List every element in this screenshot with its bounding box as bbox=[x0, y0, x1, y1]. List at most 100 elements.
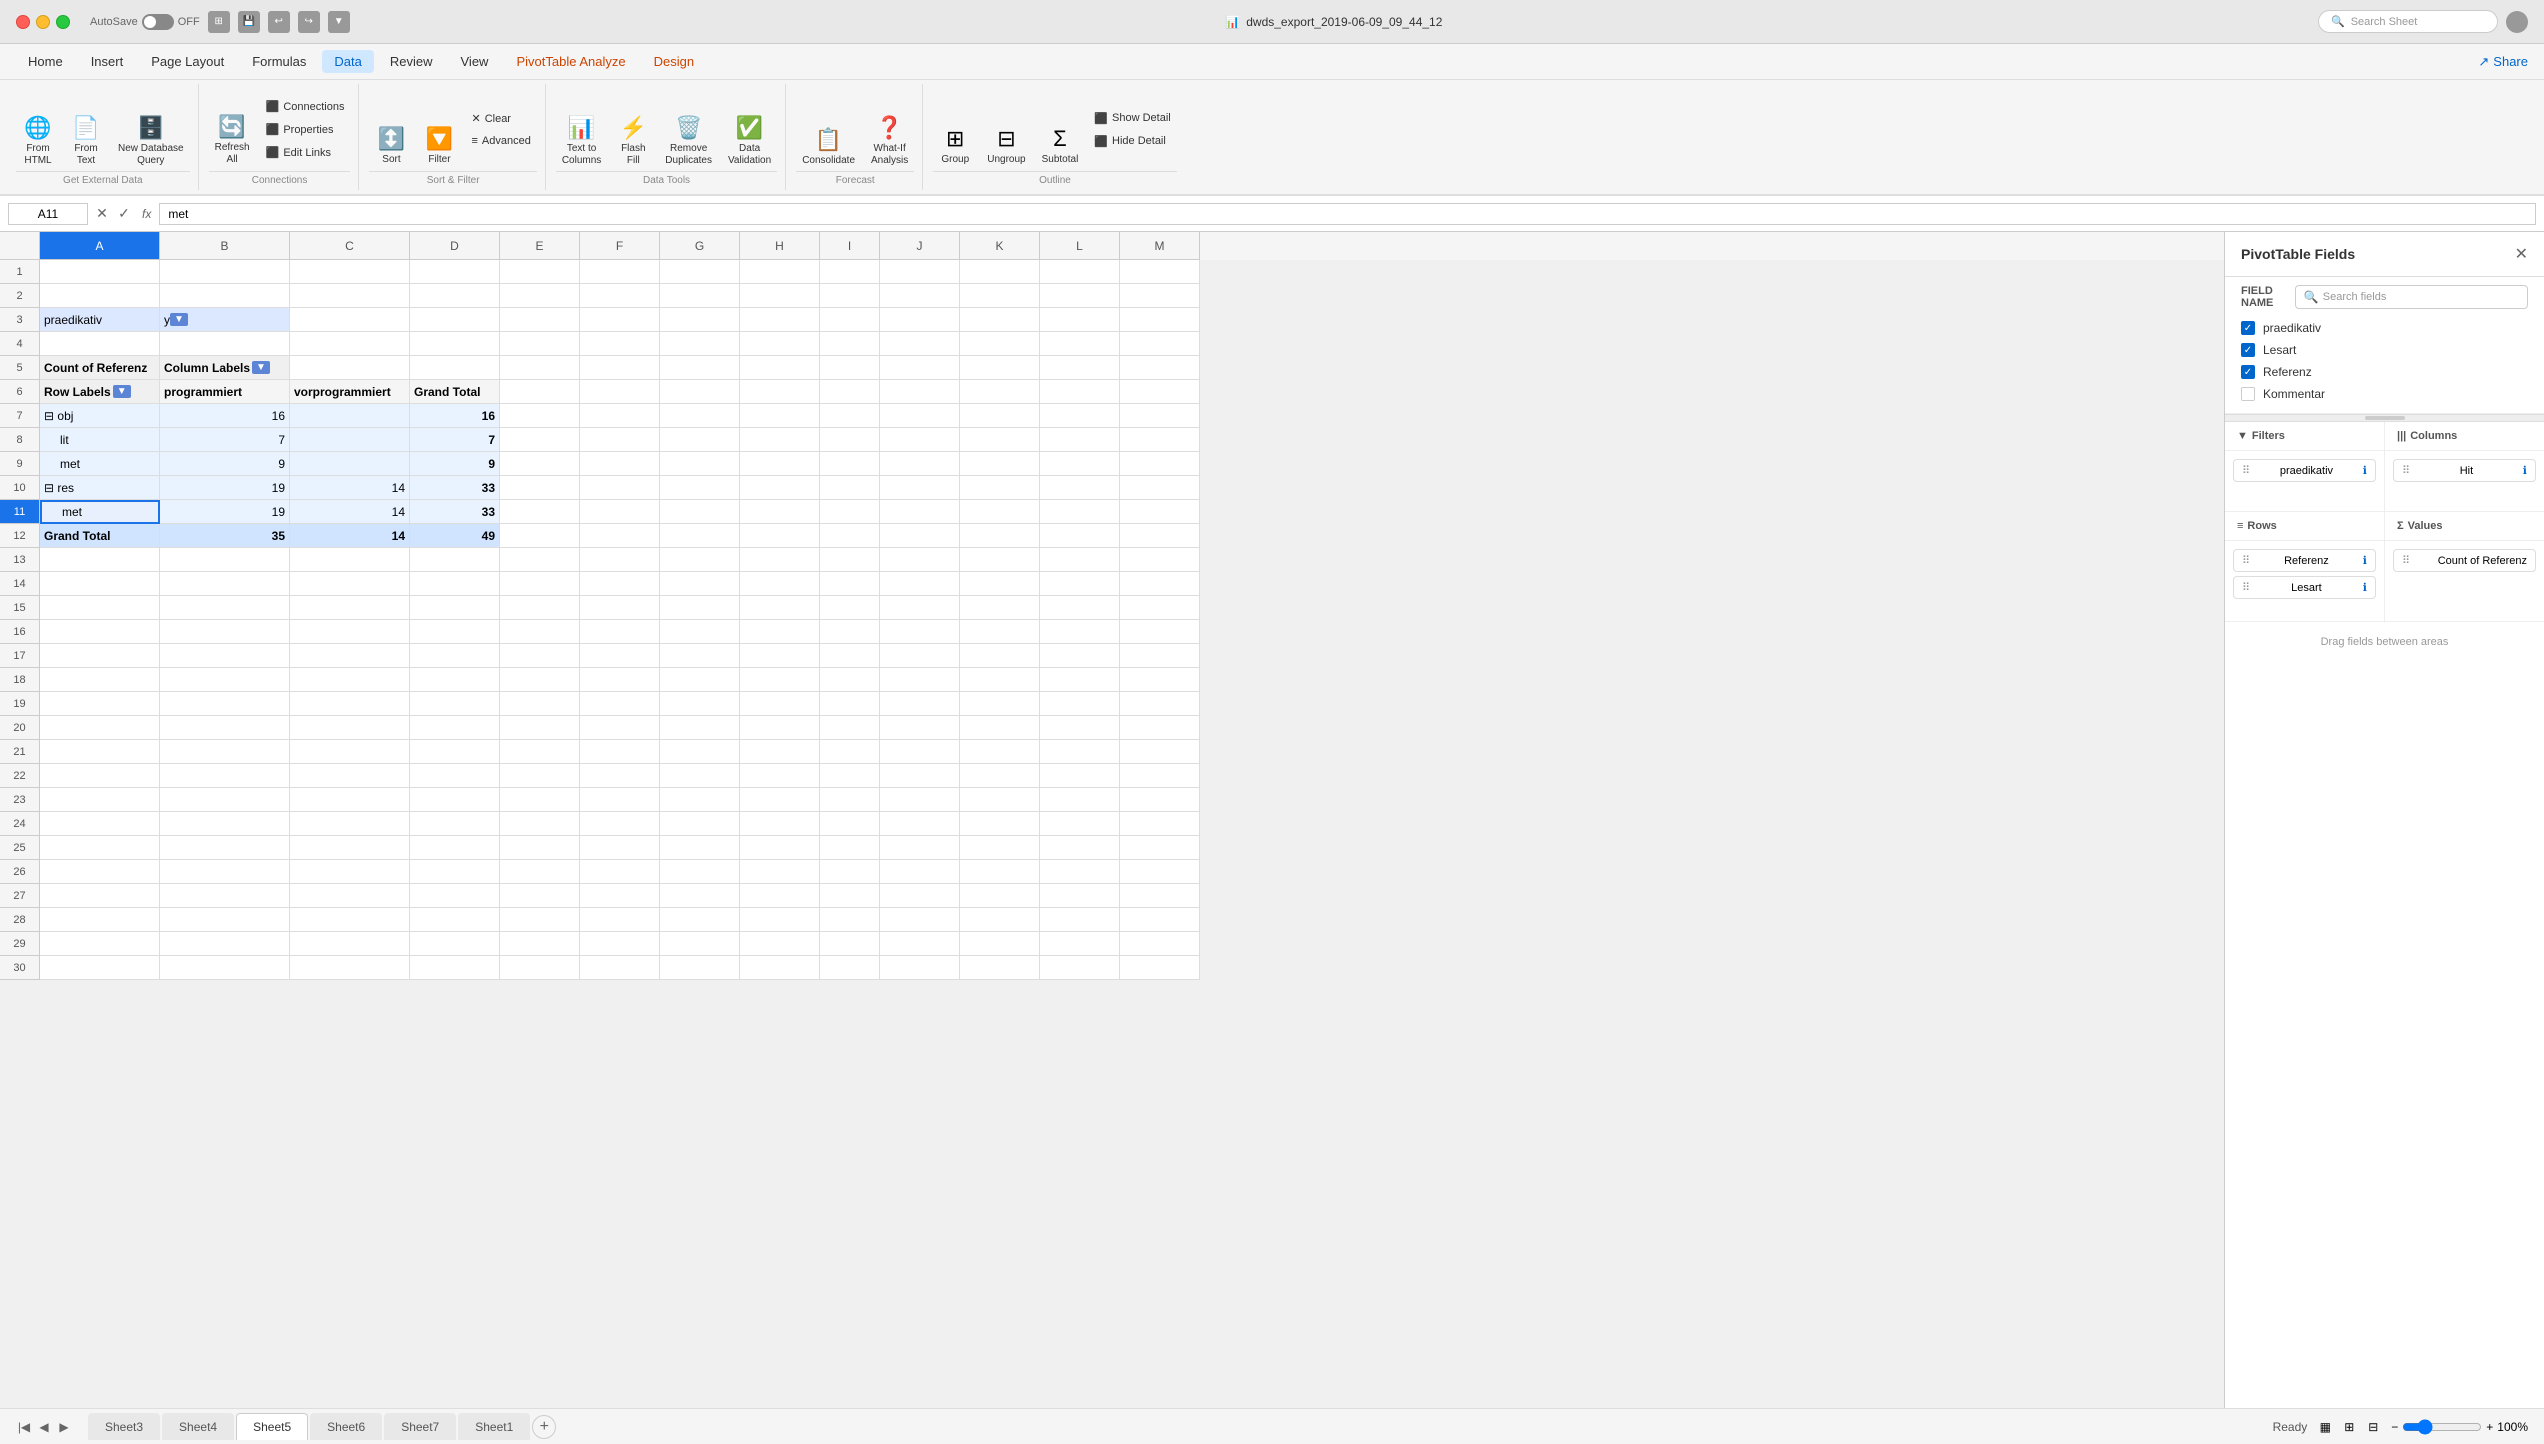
cell-i7[interactable] bbox=[820, 404, 880, 428]
cell-g9[interactable] bbox=[660, 452, 740, 476]
cell-c5[interactable] bbox=[290, 356, 410, 380]
cell-k22[interactable] bbox=[960, 764, 1040, 788]
cell-h19[interactable] bbox=[740, 692, 820, 716]
cell-i17[interactable] bbox=[820, 644, 880, 668]
cell-c21[interactable] bbox=[290, 740, 410, 764]
cell-j7[interactable] bbox=[880, 404, 960, 428]
cell-d2[interactable] bbox=[410, 284, 500, 308]
cell-l20[interactable] bbox=[1040, 716, 1120, 740]
cell-e2[interactable] bbox=[500, 284, 580, 308]
cell-m16[interactable] bbox=[1120, 620, 1200, 644]
cell-c6[interactable]: vorprogrammiert bbox=[290, 380, 410, 404]
cell-d3[interactable] bbox=[410, 308, 500, 332]
cell-i9[interactable] bbox=[820, 452, 880, 476]
cell-h1[interactable] bbox=[740, 260, 820, 284]
cell-l14[interactable] bbox=[1040, 572, 1120, 596]
cell-l8[interactable] bbox=[1040, 428, 1120, 452]
cell-b12[interactable]: 35 bbox=[160, 524, 290, 548]
cell-j22[interactable] bbox=[880, 764, 960, 788]
cell-m3[interactable] bbox=[1120, 308, 1200, 332]
cell-d7[interactable]: 16 bbox=[410, 404, 500, 428]
cell-f10[interactable] bbox=[580, 476, 660, 500]
cell-i16[interactable] bbox=[820, 620, 880, 644]
cell-d16[interactable] bbox=[410, 620, 500, 644]
cell-k14[interactable] bbox=[960, 572, 1040, 596]
column-tag-hit[interactable]: ⠿ Hit ℹ bbox=[2393, 459, 2536, 482]
text-to-columns-button[interactable]: 📊 Text toColumns bbox=[556, 91, 607, 171]
cell-j5[interactable] bbox=[880, 356, 960, 380]
cell-f8[interactable] bbox=[580, 428, 660, 452]
advanced-button[interactable]: ≡ Advanced bbox=[465, 132, 536, 150]
cell-b23[interactable] bbox=[160, 788, 290, 812]
cell-f30[interactable] bbox=[580, 956, 660, 980]
cell-h21[interactable] bbox=[740, 740, 820, 764]
cell-i2[interactable] bbox=[820, 284, 880, 308]
cell-i23[interactable] bbox=[820, 788, 880, 812]
cell-b29[interactable] bbox=[160, 932, 290, 956]
cell-c26[interactable] bbox=[290, 860, 410, 884]
cell-j24[interactable] bbox=[880, 812, 960, 836]
cell-k6[interactable] bbox=[960, 380, 1040, 404]
cell-c2[interactable] bbox=[290, 284, 410, 308]
cell-f20[interactable] bbox=[580, 716, 660, 740]
cell-c3[interactable] bbox=[290, 308, 410, 332]
cell-h30[interactable] bbox=[740, 956, 820, 980]
cell-b30[interactable] bbox=[160, 956, 290, 980]
cell-g6[interactable] bbox=[660, 380, 740, 404]
cell-g15[interactable] bbox=[660, 596, 740, 620]
cell-m22[interactable] bbox=[1120, 764, 1200, 788]
cell-j20[interactable] bbox=[880, 716, 960, 740]
cell-b24[interactable] bbox=[160, 812, 290, 836]
menu-view[interactable]: View bbox=[449, 50, 501, 73]
cell-h26[interactable] bbox=[740, 860, 820, 884]
cell-a28[interactable] bbox=[40, 908, 160, 932]
cell-e25[interactable] bbox=[500, 836, 580, 860]
cell-j4[interactable] bbox=[880, 332, 960, 356]
cell-g23[interactable] bbox=[660, 788, 740, 812]
cell-d4[interactable] bbox=[410, 332, 500, 356]
referenz-checkbox[interactable]: ✓ bbox=[2241, 365, 2255, 379]
cell-b28[interactable] bbox=[160, 908, 290, 932]
clear-button[interactable]: ✕ Clear bbox=[465, 109, 536, 128]
cell-c18[interactable] bbox=[290, 668, 410, 692]
cell-j28[interactable] bbox=[880, 908, 960, 932]
cell-f12[interactable] bbox=[580, 524, 660, 548]
cell-f28[interactable] bbox=[580, 908, 660, 932]
zoom-slider[interactable] bbox=[2402, 1419, 2482, 1435]
cell-j6[interactable] bbox=[880, 380, 960, 404]
consolidate-button[interactable]: 📋 Consolidate bbox=[796, 91, 861, 171]
cell-g26[interactable] bbox=[660, 860, 740, 884]
toolbar-icon-2[interactable]: 💾 bbox=[238, 11, 260, 33]
cell-f11[interactable] bbox=[580, 500, 660, 524]
cell-h9[interactable] bbox=[740, 452, 820, 476]
cell-b4[interactable] bbox=[160, 332, 290, 356]
cell-e18[interactable] bbox=[500, 668, 580, 692]
cell-a22[interactable] bbox=[40, 764, 160, 788]
cell-k1[interactable] bbox=[960, 260, 1040, 284]
cell-a17[interactable] bbox=[40, 644, 160, 668]
cell-j16[interactable] bbox=[880, 620, 960, 644]
kommentar-checkbox[interactable] bbox=[2241, 387, 2255, 401]
cell-c20[interactable] bbox=[290, 716, 410, 740]
cell-k3[interactable] bbox=[960, 308, 1040, 332]
cell-k15[interactable] bbox=[960, 596, 1040, 620]
cell-l23[interactable] bbox=[1040, 788, 1120, 812]
cell-e14[interactable] bbox=[500, 572, 580, 596]
cell-h27[interactable] bbox=[740, 884, 820, 908]
cell-d27[interactable] bbox=[410, 884, 500, 908]
cell-c4[interactable] bbox=[290, 332, 410, 356]
cell-b7[interactable]: 16 bbox=[160, 404, 290, 428]
cell-c24[interactable] bbox=[290, 812, 410, 836]
cell-d20[interactable] bbox=[410, 716, 500, 740]
undo-button[interactable]: ↩ bbox=[268, 11, 290, 33]
cell-l18[interactable] bbox=[1040, 668, 1120, 692]
cell-f5[interactable] bbox=[580, 356, 660, 380]
cell-k16[interactable] bbox=[960, 620, 1040, 644]
tab-sheet4[interactable]: Sheet4 bbox=[162, 1413, 234, 1440]
cell-e3[interactable] bbox=[500, 308, 580, 332]
cell-h2[interactable] bbox=[740, 284, 820, 308]
col-header-g[interactable]: G bbox=[660, 232, 740, 260]
cell-k8[interactable] bbox=[960, 428, 1040, 452]
cell-a2[interactable] bbox=[40, 284, 160, 308]
cell-a7[interactable]: ⊟ obj bbox=[40, 404, 160, 428]
